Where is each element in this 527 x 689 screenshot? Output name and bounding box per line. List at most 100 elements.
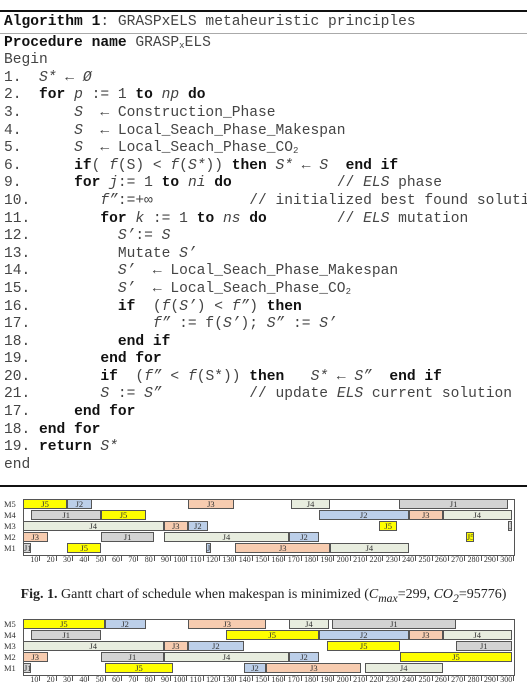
code-segment: 20. [4, 368, 101, 385]
code-segment: to [135, 87, 153, 104]
code-segment: S’ [179, 298, 197, 315]
x-tick-mark [186, 555, 188, 561]
x-tick-label: 220 [369, 675, 382, 684]
code-line: 11. for k := 1 to ns do // ELS mutation [4, 211, 527, 229]
x-tick-mark [382, 555, 384, 561]
x-tick-mark [55, 675, 57, 681]
code-segment: do [249, 210, 267, 227]
code-segment: do [187, 87, 206, 104]
x-tick-mark [186, 675, 188, 681]
code-segment: ← Local_Seach_Phase_Makespan [135, 263, 399, 280]
x-tick-mark [284, 555, 286, 561]
machine-label: M2 [4, 652, 16, 662]
code-segment: for [39, 87, 66, 104]
x-tick-mark [170, 675, 172, 681]
code-line: 1. S* ← Ø [4, 70, 527, 88]
code-segment: ELS [363, 175, 390, 192]
code-segment: 6. [4, 157, 75, 174]
x-tick-label: 210 [353, 555, 366, 564]
machine-label: M3 [4, 641, 16, 651]
x-tick-mark [398, 555, 400, 561]
cmax-label: C [368, 587, 379, 602]
x-tick-mark [333, 675, 335, 681]
code-segment: 15. [4, 280, 118, 297]
x-tick-label: 50 [95, 555, 104, 564]
code-segment: ) < [196, 298, 232, 315]
x-tick-label: 30 [63, 675, 72, 684]
code-line: 15. S’ ← Local_Seach_Phase_CO2 [4, 281, 527, 299]
x-tick-mark [39, 555, 41, 561]
x-tick-label: 250 [418, 555, 431, 564]
code-segment: end for [74, 404, 136, 421]
code-segment: f” [144, 368, 162, 385]
code-line: 9. for j:= 1 to ni do // ELS phase [4, 175, 527, 193]
figure-caption: Fig. 1. Gantt chart of schedule when mak… [0, 587, 527, 605]
x-tick-mark [251, 555, 253, 561]
code-segment: ( [91, 157, 110, 174]
code-segment: S” [266, 316, 285, 333]
code-segment: S” [144, 386, 162, 403]
x-tick-mark [153, 675, 155, 681]
x-tick-mark [496, 675, 498, 681]
code-segment: ); [240, 316, 267, 333]
x-tick-label: 100 [173, 555, 186, 564]
x-tick-mark [300, 675, 302, 681]
x-tick-label: 260 [434, 555, 447, 564]
code-segment: S’ [319, 316, 337, 333]
x-tick-label: 90 [161, 675, 170, 684]
machine-label: M4 [4, 630, 16, 640]
x-tick-mark [415, 675, 417, 681]
x-tick-mark [268, 675, 270, 681]
code-segment: 13. Mutate [4, 245, 180, 262]
code-segment: S’ [222, 316, 241, 333]
x-tick-label: 280 [467, 675, 480, 684]
algorithm-bottom-rule [0, 485, 527, 487]
code-segment: then [231, 157, 267, 174]
x-tick-mark [398, 675, 400, 681]
x-tick-mark [317, 675, 319, 681]
x-tick-mark [202, 555, 204, 561]
x-tick-label: 170 [287, 555, 300, 564]
algorithm-top-rule [0, 10, 527, 12]
code-line: 13. Mutate S’ [4, 246, 527, 264]
code-segment: ← Local_Seach_Phase_Makespan [82, 122, 346, 139]
code-segment: S* [100, 439, 118, 456]
x-tick-label: 10 [30, 675, 39, 684]
code-segment: := 1 [82, 87, 136, 104]
code-segment: end if [389, 368, 442, 385]
code-segment: end [4, 456, 31, 473]
code-segment: 4. [4, 122, 75, 139]
code-line: 12. S’:= S [4, 228, 527, 246]
code-line: 6. if( f(S) < f(S*)) then S* ← S end if [4, 158, 527, 176]
x-tick-mark [447, 555, 449, 561]
code-segment: j [109, 175, 118, 192]
x-tick-label: 10 [30, 555, 39, 564]
x-tick-mark [235, 675, 237, 681]
x-tick-mark [153, 555, 155, 561]
x-tick-label: 20 [46, 675, 55, 684]
x-tick-label: 230 [385, 675, 398, 684]
code-segment: 17. [4, 316, 153, 333]
code-segment: ( [117, 368, 145, 385]
code-line: 5. S ← Local_Seach_Phase_CO2 [4, 140, 527, 158]
code-line: 19. return S* [4, 439, 527, 457]
code-line: 17. end for [4, 404, 527, 422]
x-tick-label: 100 [173, 675, 186, 684]
code-segment: 17. [4, 404, 75, 421]
code-segment: ← [56, 69, 83, 86]
machine-label: M3 [4, 521, 16, 531]
code-line: 19. end for [4, 351, 527, 369]
code-segment: S [161, 228, 171, 245]
x-tick-mark [55, 555, 57, 561]
x-tick-mark [251, 675, 253, 681]
code-line: 18. end for [4, 422, 527, 440]
code-segment: := 1 [117, 175, 162, 192]
code-segment: S* [39, 69, 57, 86]
x-tick-mark [349, 555, 351, 561]
code-segment: f [170, 157, 180, 174]
code-line: Procedure name GRASPxELS [4, 35, 527, 53]
code-line: 14. S’ ← Local_Seach_Phase_Makespan [4, 263, 527, 281]
x-tick-label: 160 [271, 555, 284, 564]
